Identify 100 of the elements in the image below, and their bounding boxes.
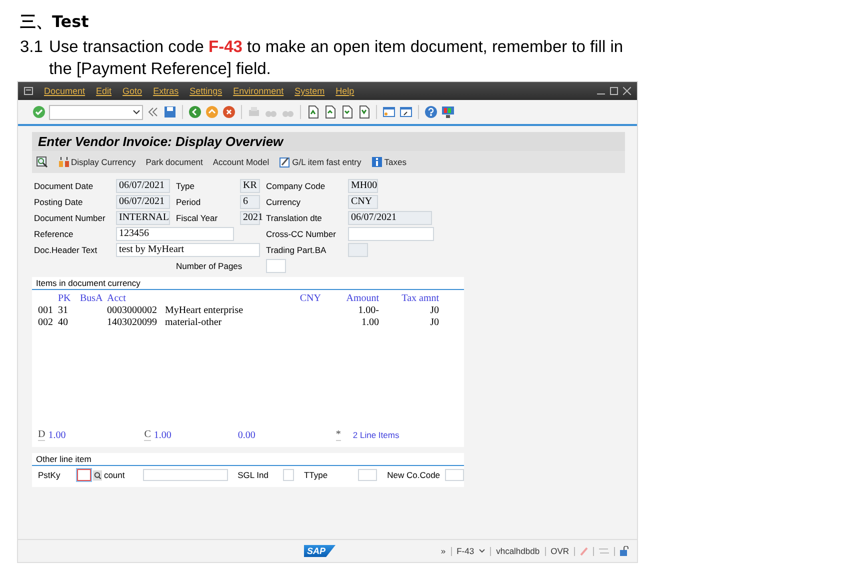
table-cell-text: MyHeart enterprise	[165, 305, 244, 316]
total-label: C	[144, 429, 151, 441]
field-label: Number of Pages	[176, 261, 240, 271]
input-field[interactable]: test by MyHeart	[116, 243, 260, 257]
column-header: CNY	[298, 293, 321, 304]
field-label: Company Code	[266, 181, 326, 191]
double-chevron-icon[interactable]	[146, 105, 160, 119]
menu-item[interactable]: Edit	[96, 86, 112, 96]
display-field: 06/07/2021	[348, 211, 432, 225]
dropdown-icon[interactable]	[479, 549, 486, 553]
column-header: Tax amnt	[400, 293, 439, 304]
shortcut-icon[interactable]	[399, 105, 413, 119]
instruction-text: Use transaction code F-43 to make an open item document, remember to fill in the [Payment Reference] field.	[48, 37, 624, 80]
field-label: Translation dte	[266, 213, 323, 223]
save-icon[interactable]	[163, 105, 177, 119]
panel-title: Items in document currency	[32, 277, 464, 290]
column-header: PK	[58, 293, 72, 304]
column-header: BusA	[80, 293, 104, 304]
field-label: Cross-CC Number	[266, 229, 337, 239]
back-icon[interactable]	[188, 105, 202, 119]
transaction-code: F-43	[456, 546, 474, 556]
pencil-icon	[580, 546, 588, 556]
input-field[interactable]	[77, 469, 91, 481]
field-label: Reference	[34, 229, 74, 239]
transfer-icon	[599, 547, 609, 555]
field-label: Type	[176, 181, 196, 191]
unlocked-padlock-icon[interactable]	[620, 546, 629, 556]
new-window-icon[interactable]	[382, 105, 396, 119]
toolbar-button[interactable]: G/L item fast entry	[279, 156, 362, 168]
menu-item[interactable]: System	[294, 86, 325, 96]
table-cell-text: 1.00-	[357, 305, 379, 316]
column-header: Amount	[345, 293, 379, 304]
currency-icon	[58, 156, 70, 168]
table-cell-text: material-other	[165, 317, 223, 328]
monitor-icon[interactable]	[441, 105, 455, 119]
toolbar-button[interactable]: Taxes	[371, 156, 406, 168]
next-page-icon[interactable]	[340, 105, 354, 119]
table-cell-text: 002	[38, 317, 54, 328]
display-field: KR	[240, 179, 260, 193]
field-label: New Co.Code	[387, 470, 442, 480]
menu-item[interactable]: Environment	[233, 86, 284, 96]
menu-item[interactable]: Document	[44, 86, 86, 96]
table-cell-text: 0003000002	[107, 305, 158, 316]
table-cell-text: J0	[429, 305, 439, 316]
cancel-icon[interactable]	[222, 105, 236, 119]
field-label: Currency	[266, 197, 302, 207]
help-icon[interactable]	[424, 105, 438, 119]
display-field: 6	[240, 195, 260, 209]
field-label: PstKy	[38, 470, 62, 480]
field-label: Document Number	[34, 213, 106, 223]
toolbar-button[interactable]: Account Model	[212, 157, 270, 167]
field-label: Period	[176, 197, 202, 207]
table-cell-text: 001	[38, 305, 54, 316]
edit-list-icon	[279, 156, 292, 168]
field-label: SGL Ind	[238, 470, 270, 480]
credit-total: 1.00	[154, 430, 172, 440]
display-field: 2021	[240, 211, 260, 225]
table-cell-text: 1.00	[360, 317, 379, 328]
input-field[interactable]: 123456	[116, 227, 234, 241]
zoom-icon[interactable]	[36, 156, 48, 168]
balance-total: 0.00	[238, 430, 256, 440]
maximize-icon[interactable]	[610, 87, 618, 95]
check-icon[interactable]	[32, 105, 46, 119]
first-page-icon[interactable]	[306, 105, 320, 119]
display-field	[348, 243, 368, 257]
sap-logo: SAP	[304, 545, 336, 557]
field-label: Trading Part.BA	[266, 245, 328, 255]
menu-item[interactable]: Settings	[190, 86, 222, 96]
column-header: Acct	[107, 293, 127, 304]
menu-icon[interactable]	[24, 87, 33, 95]
toolbar-button[interactable]: Park document	[146, 157, 203, 167]
display-field: INTERNAL	[116, 211, 170, 225]
total-label: D	[38, 429, 46, 441]
toolbar-button[interactable]: Display Currency	[58, 156, 136, 168]
table-cell-text: J0	[429, 317, 439, 328]
menu-item[interactable]: Goto	[122, 86, 142, 96]
close-icon[interactable]	[623, 87, 631, 95]
field-label: Fiscal Year	[176, 213, 219, 223]
field-label: Document Date	[34, 181, 94, 191]
command-field[interactable]	[49, 104, 143, 120]
display-field: 06/07/2021	[116, 179, 170, 193]
menu-item[interactable]: Extras	[153, 86, 179, 96]
table-cell-text: 40	[58, 317, 69, 328]
search-icon[interactable]	[92, 470, 102, 480]
display-field: CNY	[348, 195, 378, 209]
last-page-icon[interactable]	[357, 105, 371, 119]
total-label: *	[336, 429, 341, 441]
menu-item[interactable]: Help	[336, 86, 354, 96]
field-label: TType	[304, 470, 329, 480]
debit-total: 1.00	[48, 430, 67, 440]
field-label: Posting Date	[34, 197, 84, 207]
previous-page-icon[interactable]	[323, 105, 337, 119]
dropdown-icon	[133, 110, 140, 114]
panel-title: Other line item	[32, 453, 464, 466]
expand-button[interactable]: »	[440, 546, 446, 556]
system-name: vhcalhdbdb	[496, 546, 540, 556]
field-label: Doc.Header Text	[34, 245, 98, 255]
field-label: count	[104, 470, 126, 480]
input-mode: OVR	[550, 546, 569, 556]
table-cell-text: 31	[58, 305, 69, 316]
